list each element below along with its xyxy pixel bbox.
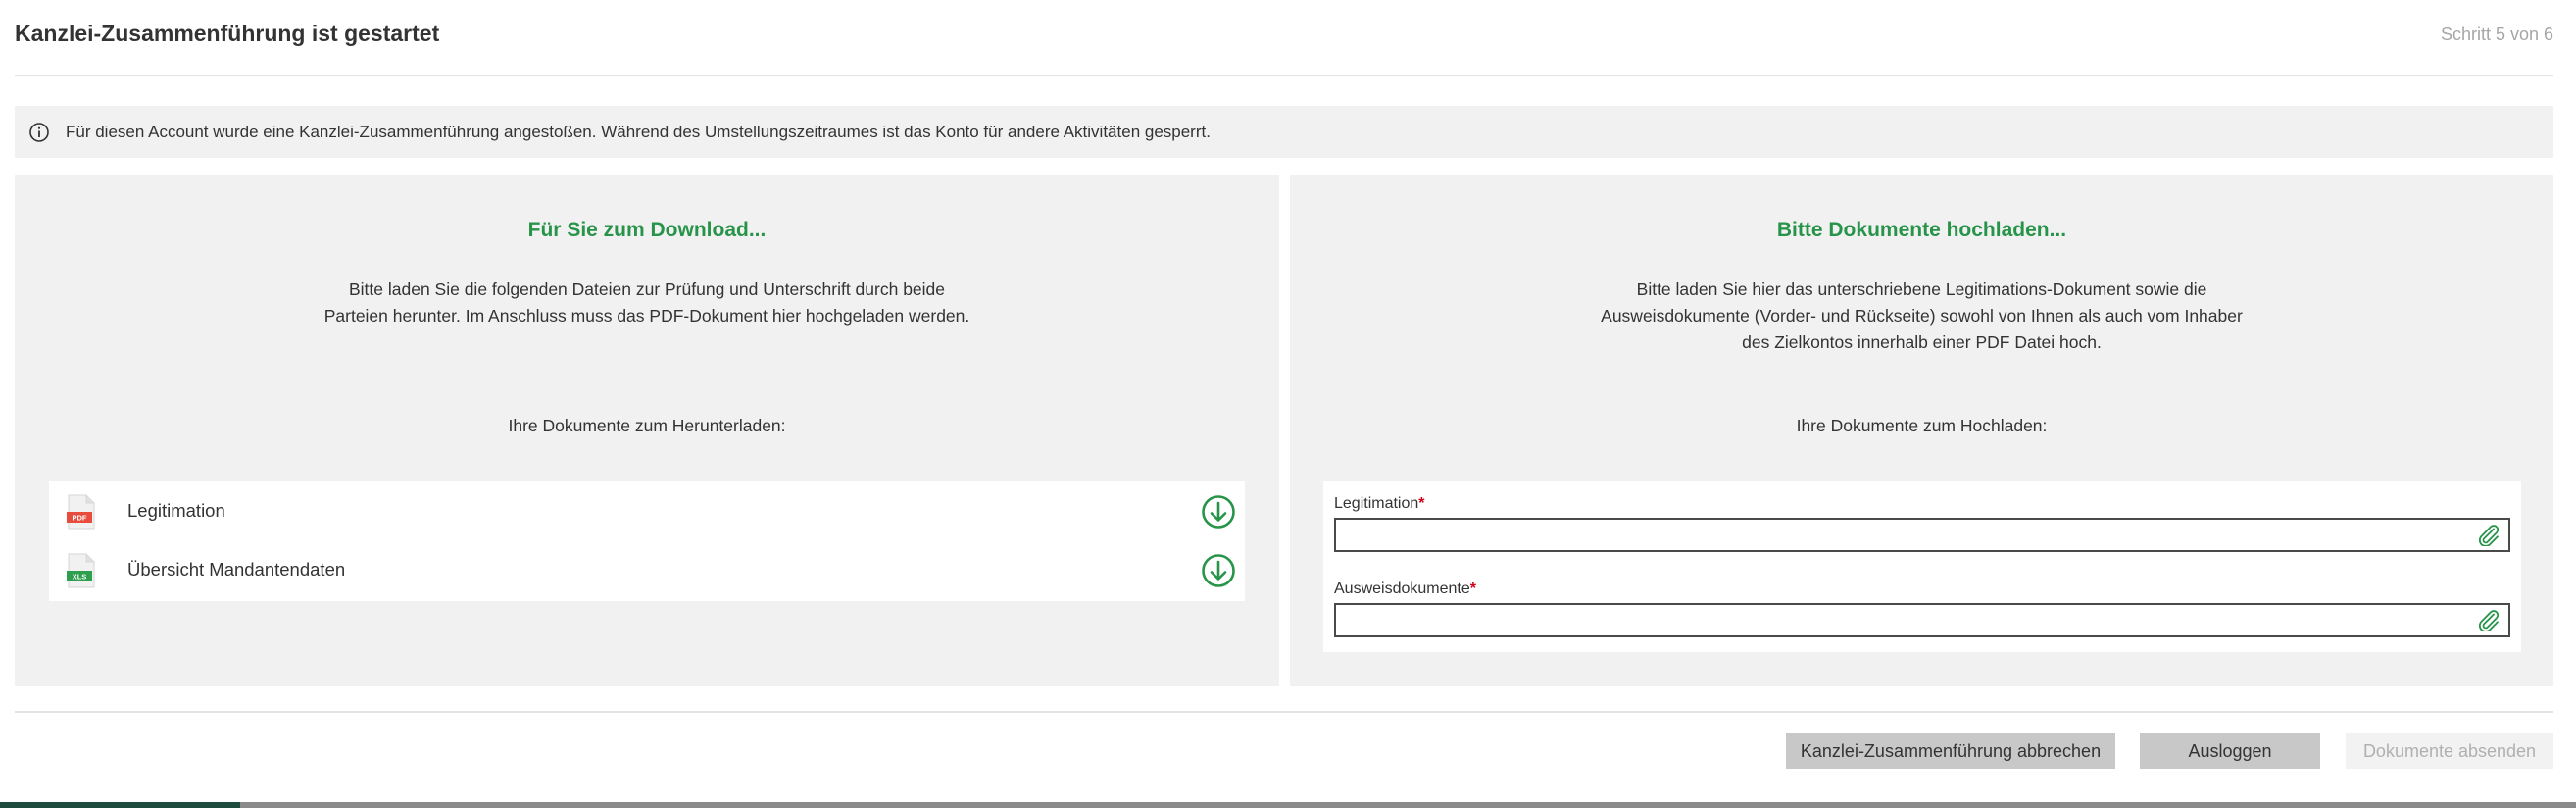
required-mark: * [1469, 581, 1476, 597]
legitimation-field-label: Legitimation* [1334, 495, 1425, 513]
download-description-line: Parteien herunter. Im Anschluss muss das… [323, 306, 970, 326]
upload-panel: Bitte Dokumente hochladen... Bitte laden… [1290, 175, 2553, 686]
download-item-mandantendaten: XLS Übersicht Mandantendaten [49, 540, 1245, 599]
logout-button[interactable]: Ausloggen [2140, 733, 2320, 769]
field-label-text: Ausweisdokumente [1334, 581, 1470, 597]
download-item-label: Übersicht Mandantendaten [127, 559, 346, 580]
info-circle-icon [28, 122, 50, 143]
pdf-file-icon: PDF [67, 494, 96, 530]
pdf-badge-text: PDF [73, 514, 87, 523]
legitimation-file-input[interactable] [1334, 518, 2510, 552]
xls-file-icon: XLS [67, 553, 96, 588]
ausweisdokumente-file-input[interactable] [1334, 603, 2510, 637]
paperclip-icon[interactable] [2477, 610, 2501, 632]
ausweisdokumente-field-label: Ausweisdokumente* [1334, 581, 1476, 598]
download-description: Bitte laden Sie die folgenden Dateien zu… [15, 277, 1279, 329]
download-subheading: Ihre Dokumente zum Herunterladen: [508, 416, 786, 435]
download-item-legitimation: PDF Legitimation [49, 481, 1245, 540]
header: Kanzlei-Zusammenführung ist gestartet Sc… [15, 0, 2553, 76]
upload-subheading: Ihre Dokumente zum Hochladen: [1796, 416, 2048, 435]
page-title: Kanzlei-Zusammenführung ist gestartet [15, 21, 440, 46]
xls-badge-text: XLS [73, 573, 87, 581]
bottom-bar [0, 802, 2576, 808]
upload-form: Legitimation* Ausweisdokumente* [1323, 481, 2521, 652]
upload-description-line: des Zielkontos innerhalb einer PDF Datei… [1742, 332, 2102, 352]
paperclip-icon[interactable] [2477, 525, 2501, 547]
download-icon[interactable] [1201, 553, 1236, 588]
download-heading: Für Sie zum Download... [527, 219, 767, 241]
required-mark: * [1418, 495, 1425, 512]
cancel-merge-button[interactable]: Kanzlei-Zusammenführung abbrechen [1786, 733, 2115, 769]
field-label-text: Legitimation [1334, 495, 1419, 512]
download-item-label: Legitimation [127, 500, 225, 521]
upload-description-line: Bitte laden Sie hier das unterschriebene… [1636, 279, 2207, 299]
upload-heading: Bitte Dokumente hochladen... [1776, 219, 2067, 241]
page: Kanzlei-Zusammenführung ist gestartet Sc… [0, 0, 2576, 808]
step-indicator: Schritt 5 von 6 [2440, 25, 2553, 44]
upload-description: Bitte laden Sie hier das unterschriebene… [1290, 277, 2553, 356]
download-description-line: Bitte laden Sie die folgenden Dateien zu… [348, 279, 946, 299]
info-banner: Für diesen Account wurde eine Kanzlei-Zu… [15, 106, 2553, 158]
upload-description-line: Ausweisdokumente (Vorder- und Rückseite)… [1601, 306, 2243, 326]
info-text: Für diesen Account wurde eine Kanzlei-Zu… [66, 122, 1211, 141]
download-list: PDF Legitimation XLS Übersicht Mandanten… [49, 481, 1245, 601]
download-icon[interactable] [1201, 494, 1236, 530]
download-panel: Für Sie zum Download... Bitte laden Sie … [15, 175, 1279, 686]
footer-divider [15, 711, 2553, 713]
bottom-bar-accent [0, 802, 240, 808]
submit-documents-button[interactable]: Dokumente absenden [2346, 733, 2553, 769]
